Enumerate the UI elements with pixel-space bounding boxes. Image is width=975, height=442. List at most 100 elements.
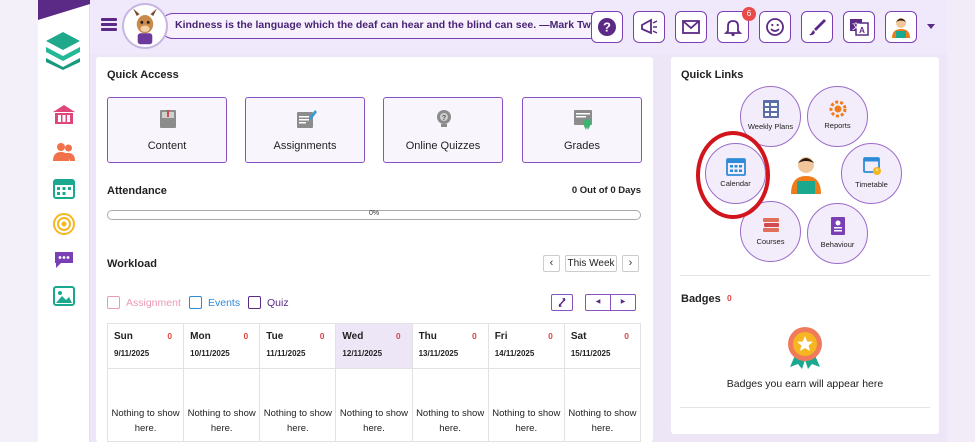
hamburger-menu-icon[interactable] bbox=[101, 18, 117, 32]
language-button[interactable]: 文A bbox=[843, 11, 875, 43]
quick-link-behaviour[interactable]: Behaviour bbox=[807, 203, 868, 264]
home-icon[interactable] bbox=[52, 103, 76, 127]
quick-access-content[interactable]: Content bbox=[107, 97, 227, 163]
day-date: 10/11/2025 bbox=[190, 349, 230, 358]
day-count: 0 bbox=[167, 331, 173, 341]
day-name: Tue bbox=[266, 331, 284, 342]
left-background-strip bbox=[0, 0, 38, 442]
day-date: 11/11/2025 bbox=[266, 349, 306, 358]
caret-right-icon: ▶ bbox=[620, 299, 626, 305]
day-cell: Nothing to show here. bbox=[413, 368, 489, 441]
day-column-tue[interactable]: Tue 0 11/11/2025 bbox=[260, 324, 337, 368]
bell-icon bbox=[723, 20, 743, 37]
image-icon[interactable] bbox=[52, 284, 76, 308]
feedback-button[interactable] bbox=[759, 11, 791, 43]
quick-access-grades[interactable]: Grades bbox=[522, 97, 642, 163]
app-logo-icon[interactable] bbox=[44, 30, 82, 70]
empty-day-text: Nothing to show here. bbox=[187, 408, 256, 434]
people-icon[interactable] bbox=[52, 140, 76, 164]
day-name: Thu bbox=[418, 331, 437, 342]
quick-access-online-quizzes[interactable]: ? Online Quizzes bbox=[383, 97, 503, 163]
theme-button[interactable] bbox=[801, 11, 833, 43]
quote-banner: Kindness is the language which the deaf … bbox=[160, 13, 618, 39]
events-filter-checkbox[interactable] bbox=[189, 296, 202, 309]
badges-empty-text: Badges you earn will appear here bbox=[726, 378, 884, 390]
day-count: 0 bbox=[624, 331, 629, 341]
quick-links-card: Quick Links Weekly Plans Reports Calenda… bbox=[671, 57, 939, 434]
empty-day-text: Nothing to show here. bbox=[416, 408, 485, 434]
book-icon bbox=[160, 110, 176, 128]
day-date: 15/11/2025 bbox=[570, 349, 611, 358]
divider bbox=[680, 275, 930, 276]
week-selector[interactable]: This Week bbox=[565, 255, 617, 272]
attendance-title: Attendance bbox=[107, 185, 167, 197]
week-prev-button[interactable]: ‹ bbox=[543, 255, 560, 272]
empty-day-text: Nothing to show here. bbox=[492, 408, 561, 434]
smiley-icon bbox=[766, 18, 784, 36]
quick-links-title: Quick Links bbox=[681, 69, 744, 81]
quick-access-assignments[interactable]: Assignments bbox=[245, 97, 365, 163]
mascot-avatar bbox=[122, 3, 168, 49]
day-name: Wed bbox=[342, 331, 364, 342]
svg-text:A: A bbox=[859, 26, 865, 35]
quick-link-reports[interactable]: Reports bbox=[807, 86, 868, 147]
assignment-filter-label: Assignment bbox=[126, 297, 181, 309]
right-background-strip bbox=[947, 0, 975, 442]
divider bbox=[680, 407, 930, 408]
day-count: 0 bbox=[471, 331, 477, 341]
calendar-header-row: Sun 0 9/11/2025 Mon 0 10/11/2025 Tue 0 11/11/2… bbox=[107, 323, 641, 369]
day-name: Fri bbox=[494, 331, 508, 342]
chevron-down-icon[interactable] bbox=[927, 24, 935, 29]
caret-left-icon: ◀ bbox=[595, 299, 601, 305]
announcement-icon bbox=[641, 18, 658, 35]
calendar-highlight-ring bbox=[696, 131, 770, 219]
day-column-wed[interactable]: Wed 0 12/11/2025 bbox=[336, 324, 413, 368]
svg-text:?: ? bbox=[603, 20, 611, 35]
sidebar bbox=[38, 0, 90, 442]
attendance-summary: 0 Out of 0 Days bbox=[571, 185, 641, 196]
help-button[interactable]: ? bbox=[591, 11, 623, 43]
calendar-next-button[interactable]: ▶ bbox=[610, 294, 636, 311]
translate-icon: 文A bbox=[850, 19, 869, 36]
assignment-icon bbox=[297, 110, 317, 128]
attendance-progress-text: 0% bbox=[368, 210, 380, 217]
profile-button[interactable] bbox=[885, 11, 917, 43]
day-column-fri[interactable]: Fri 0 14/11/2025 bbox=[489, 324, 565, 368]
expand-button[interactable] bbox=[551, 294, 573, 311]
day-date: 12/11/2025 bbox=[342, 349, 383, 358]
day-column-thu[interactable]: Thu 0 13/11/2025 bbox=[413, 324, 489, 368]
sidebar-top-accent bbox=[38, 0, 90, 20]
calendar-body-row: Nothing to show here. Nothing to show he… bbox=[107, 368, 641, 442]
dashboard-main-card: Quick Access Content Assignments ? Onlin… bbox=[96, 57, 653, 442]
badge-medal-icon bbox=[788, 327, 822, 369]
quick-link-weekly-plans-label: Weekly Plans bbox=[747, 122, 794, 131]
assignment-filter-checkbox[interactable] bbox=[107, 296, 120, 309]
day-column-sat[interactable]: Sat 0 15/11/2025 bbox=[565, 324, 640, 368]
calendar-icon[interactable] bbox=[52, 176, 76, 200]
empty-day-text: Nothing to show here. bbox=[339, 408, 409, 434]
day-count: 0 bbox=[395, 331, 401, 341]
week-next-button[interactable]: › bbox=[622, 255, 639, 272]
day-column-mon[interactable]: Mon 0 10/11/2025 bbox=[184, 324, 261, 368]
timetable-icon bbox=[863, 157, 881, 175]
day-count: 0 bbox=[243, 331, 249, 341]
day-name: Mon bbox=[190, 331, 211, 342]
mail-button[interactable] bbox=[675, 11, 707, 43]
behaviour-icon bbox=[831, 217, 845, 235]
quick-access-title: Quick Access bbox=[107, 69, 179, 81]
calendar-prev-button[interactable]: ◀ bbox=[585, 294, 611, 311]
day-cell: Nothing to show here. bbox=[336, 368, 413, 441]
events-filter-label: Events bbox=[208, 297, 241, 309]
announcements-button[interactable] bbox=[633, 11, 665, 43]
notification-count-badge: 6 bbox=[742, 7, 756, 21]
user-avatar-icon bbox=[892, 18, 910, 38]
day-count: 0 bbox=[548, 331, 553, 341]
quiz-filter-checkbox[interactable] bbox=[248, 296, 261, 309]
quick-access-online-quizzes-label: Online Quizzes bbox=[405, 140, 481, 152]
quick-link-timetable[interactable]: Timetable bbox=[841, 143, 902, 204]
target-icon[interactable] bbox=[52, 212, 76, 236]
expand-icon bbox=[558, 298, 566, 307]
chat-icon[interactable] bbox=[52, 248, 76, 272]
courses-books-icon bbox=[763, 218, 779, 232]
day-column-sun[interactable]: Sun 0 9/11/2025 bbox=[108, 324, 185, 368]
